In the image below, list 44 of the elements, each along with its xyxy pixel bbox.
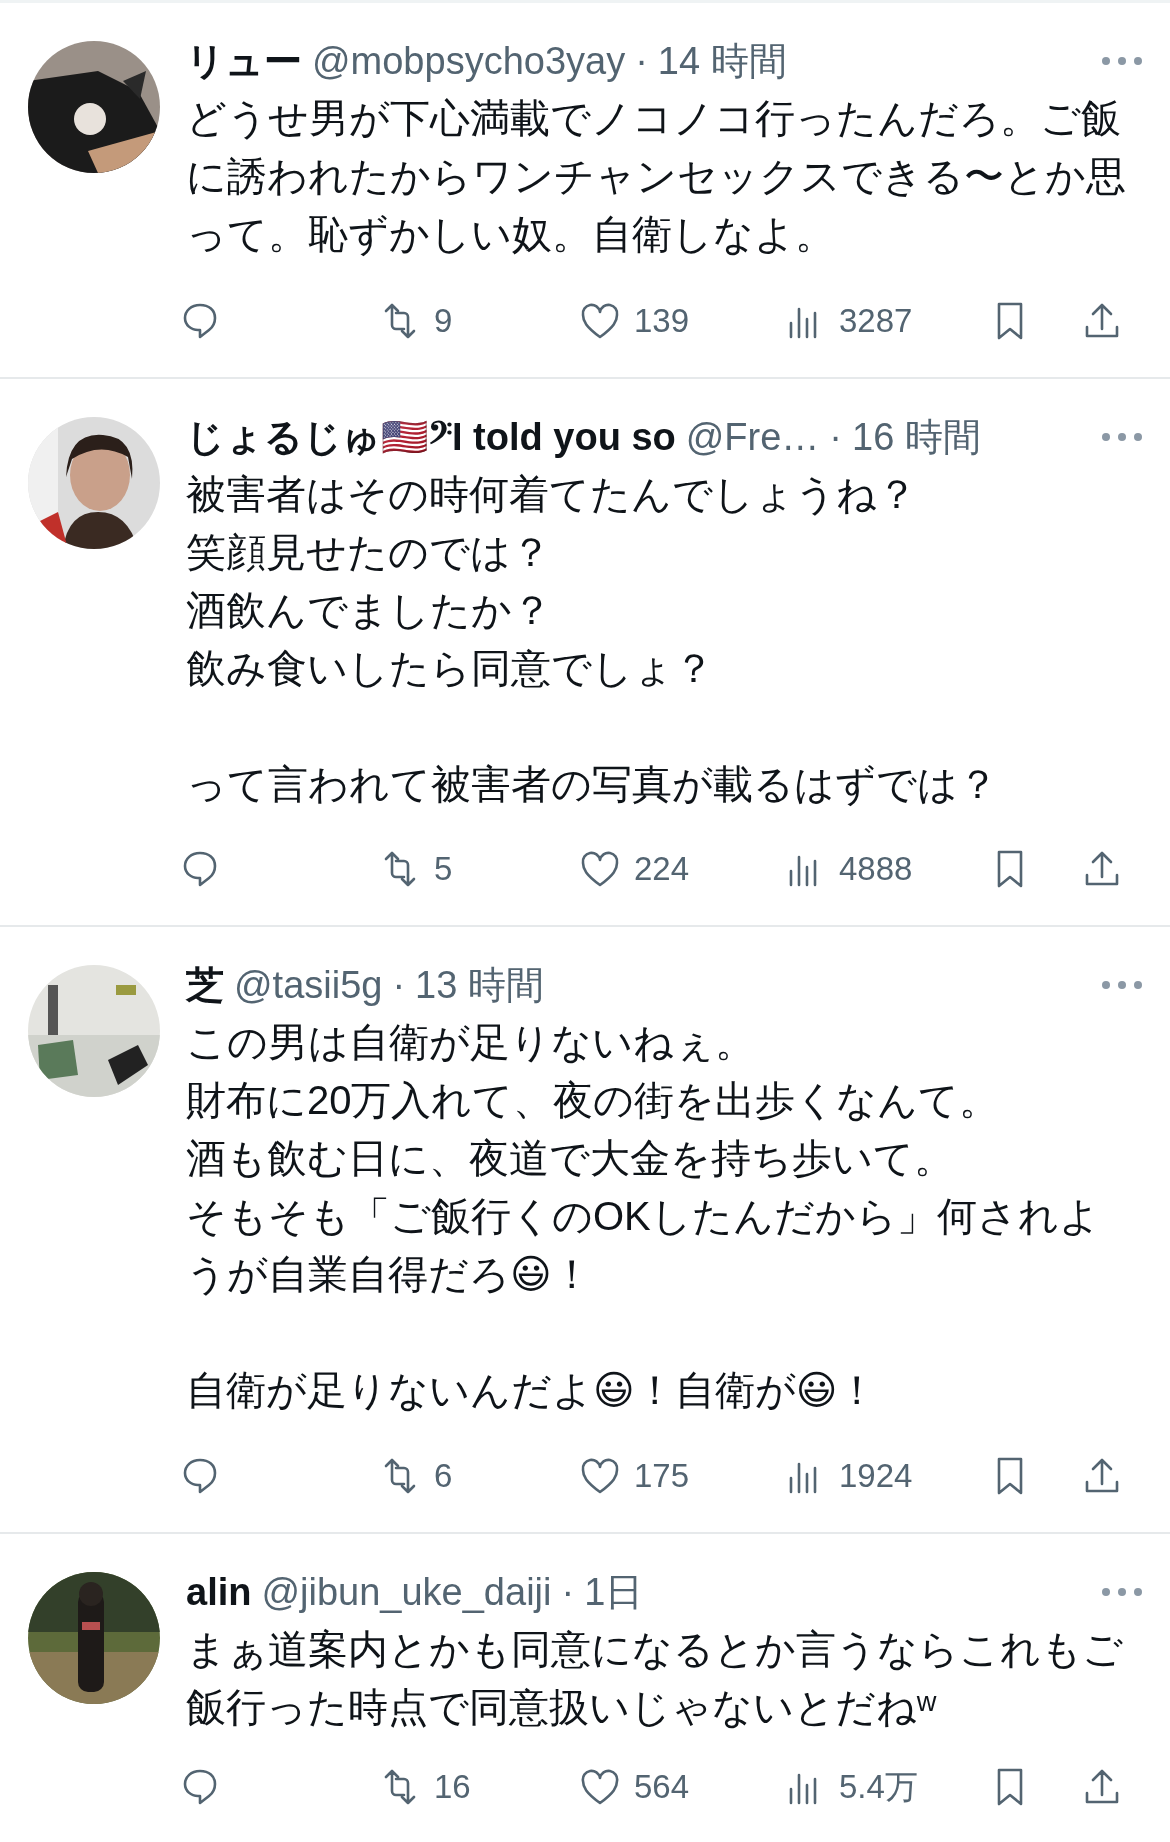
like-button[interactable]: 139 (578, 299, 783, 343)
display-name[interactable]: リュー (186, 33, 302, 89)
post-text-line: 自衛が足りないんだよ😃！自衛が😃！ (186, 1367, 879, 1414)
post-text-line: そもそも「ご飯行くのOKしたんだから」何されようが自業自得だろ😃！ (186, 1193, 1101, 1298)
post-text-line: この男は自衛が足りないねぇ。 (186, 1019, 756, 1066)
post-text-line: 被害者はその時何着てたんでしょうね？ (186, 471, 918, 518)
more-icon[interactable] (1100, 431, 1144, 443)
post-time[interactable]: 1日 (584, 1564, 644, 1620)
post-text-line: 酒飲んでましたか？ (186, 587, 553, 634)
user-handle[interactable]: @jibun_uke_daiji (261, 1564, 552, 1620)
repost-button[interactable]: 5 (378, 847, 578, 891)
post-text-line: 財布に20万入れて、夜の街を出歩くなんて。 (186, 1077, 1001, 1124)
display-name[interactable]: じょるじゅ🇺🇸𝄢I told you so (186, 409, 676, 465)
display-name[interactable]: alin (186, 1564, 252, 1620)
repost-button[interactable]: 6 (378, 1454, 578, 1498)
post-text-line: まぁ道案内とかも同意になるとか言うならこれもご飯行った時点で同意扱いじゃないとだねʷ (186, 1626, 1124, 1731)
post-text-line: 酒も飲む日に、夜道で大金を持ち歩いて。 (186, 1135, 955, 1182)
user-handle[interactable]: @tasii5g (234, 957, 383, 1013)
more-icon[interactable] (1100, 55, 1144, 67)
post-text-line: って言われて被害者の写真が載るはずでは？ (186, 761, 999, 808)
user-handle[interactable]: @mobpsycho3yay (312, 33, 626, 89)
like-button[interactable]: 175 (578, 1454, 783, 1498)
display-name[interactable]: 芝 (186, 957, 224, 1013)
repost-button[interactable]: 9 (378, 299, 578, 343)
post-time[interactable]: 16 時間 (852, 409, 981, 465)
more-icon[interactable] (1100, 979, 1144, 991)
separator-dot: · (829, 415, 842, 460)
views-button[interactable]: 5.4万 (783, 1764, 988, 1810)
separator-dot: · (635, 39, 648, 84)
post-text-line: 笑顔見せたのでは？ (186, 529, 552, 576)
separator-dot: · (392, 963, 406, 1008)
more-icon[interactable] (1100, 1586, 1144, 1598)
like-button[interactable]: 564 (578, 1765, 783, 1809)
post-text-line: どうせ男が下心満載でノコノコ行ったんだろ。ご飯に誘われたからワンチャンセックスできる〜とか思って。恥ずかしい奴。自衛しなよ。 (186, 95, 1127, 258)
views-button[interactable]: 3287 (783, 299, 988, 343)
post-time[interactable]: 13 時間 (415, 957, 544, 1013)
separator-dot: · (561, 1570, 575, 1615)
views-button[interactable]: 1924 (783, 1454, 988, 1498)
repost-button[interactable]: 16 (378, 1765, 578, 1809)
post-time[interactable]: 14 時間 (657, 33, 787, 89)
like-button[interactable]: 224 (578, 847, 783, 891)
post-text-line: 飲み食いしたら同意でしょ？ (186, 645, 715, 692)
user-handle[interactable]: @Fre… (685, 409, 820, 465)
views-button[interactable]: 4888 (783, 847, 988, 891)
